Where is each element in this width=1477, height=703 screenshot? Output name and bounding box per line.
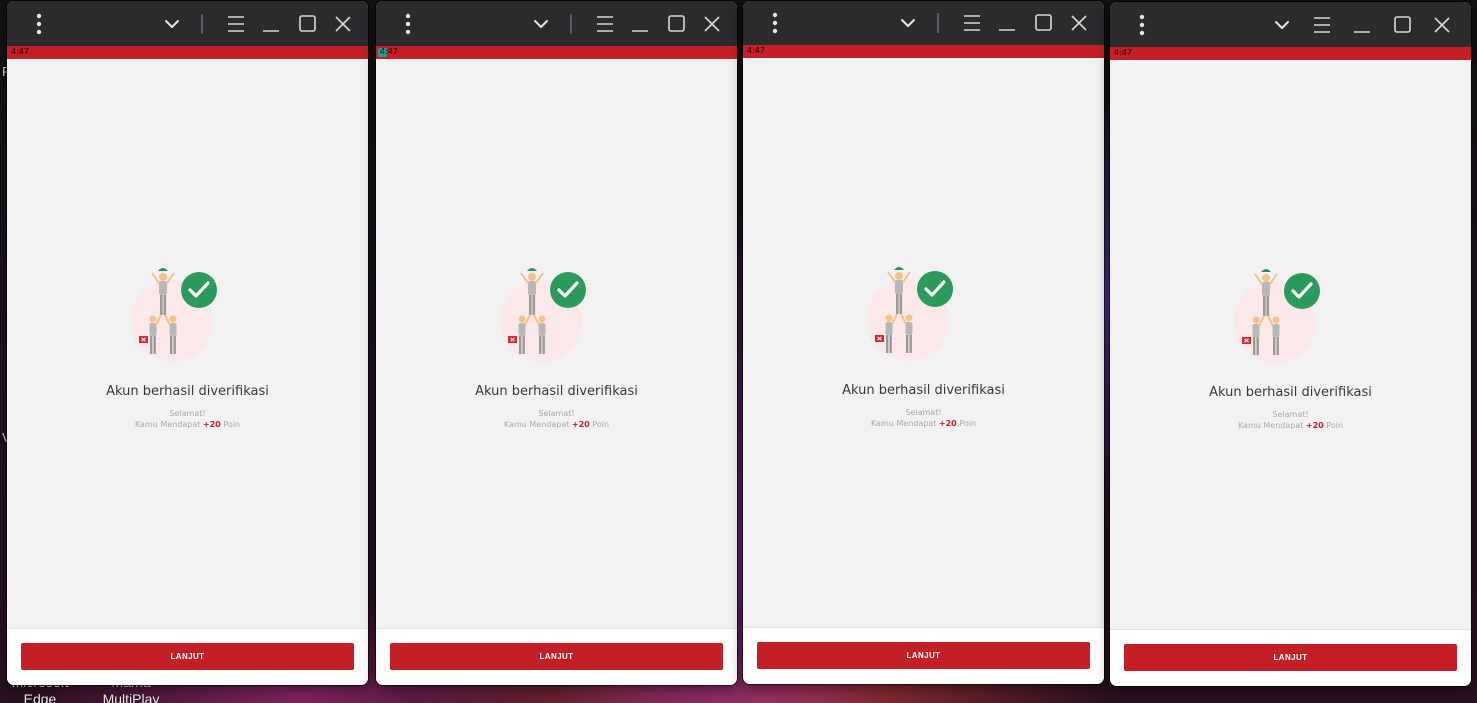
maximize-icon[interactable] (292, 9, 322, 39)
chevron-down-icon[interactable] (526, 9, 556, 39)
congrats-text: Selamat! (905, 408, 942, 417)
points-prefix: Kamu Mendapat (503, 420, 570, 429)
title-bar[interactable] (376, 1, 737, 46)
status-time: 4:47 (380, 47, 398, 56)
points-value: +20 (571, 420, 590, 429)
close-icon[interactable] (328, 9, 358, 39)
points-suffix: Poin (1326, 421, 1344, 430)
page-title: Akun berhasil diverifikasi (842, 383, 1005, 398)
footer: LANJUT (7, 628, 368, 685)
continue-button[interactable]: LANJUT (757, 642, 1090, 669)
chevron-down-icon[interactable] (893, 8, 923, 38)
points-suffix: Poin (592, 420, 610, 429)
points-value: +20 (1305, 421, 1324, 430)
title-bar[interactable] (1110, 2, 1471, 47)
chevron-down-icon[interactable] (1267, 10, 1297, 40)
app-window-3: 4:47 Akun berhasil diverifikasi Selamat!… (743, 1, 1104, 684)
menu-icon[interactable] (590, 9, 620, 39)
status-bar: 4:47 (376, 46, 737, 59)
footer: LANJUT (743, 627, 1104, 684)
page-title: Akun berhasil diverifikasi (106, 384, 269, 399)
maximize-icon[interactable] (1387, 10, 1417, 40)
points-value: +20 (938, 419, 957, 428)
congrats-text: Selamat! (1272, 410, 1309, 419)
desktop-icon-label: MultiPlay (102, 691, 160, 703)
title-bar[interactable] (743, 1, 1104, 45)
minimize-icon[interactable] (625, 9, 655, 39)
verification-content: Akun berhasil diverifikasi Selamat! Kamu… (1110, 60, 1471, 629)
points-value: +20 (202, 420, 221, 429)
footer: LANJUT (1110, 629, 1471, 686)
points-text: Kamu Mendapat +20 Poin (743, 419, 1104, 428)
divider (570, 14, 572, 34)
maximize-icon[interactable] (661, 9, 691, 39)
continue-button[interactable]: LANJUT (1124, 644, 1457, 671)
more-options-icon[interactable] (1127, 10, 1157, 40)
status-time: 4:47 (1114, 48, 1132, 57)
close-icon[interactable] (697, 9, 727, 39)
verified-illustration-icon (499, 263, 599, 363)
close-icon[interactable] (1427, 10, 1457, 40)
status-time: 4:47 (747, 46, 765, 55)
page-title: Akun berhasil diverifikasi (1209, 385, 1372, 400)
minimize-icon[interactable] (992, 8, 1022, 38)
points-prefix: Kamu Mendapat (1237, 421, 1304, 430)
divider (937, 13, 939, 33)
status-bar: 4:47 (743, 45, 1104, 58)
app-window-4: 4:47 Akun berhasil diverifikasi Selamat!… (1110, 2, 1471, 686)
chevron-down-icon[interactable] (157, 9, 187, 39)
verified-illustration-icon (866, 262, 966, 362)
menu-icon[interactable] (1307, 10, 1337, 40)
maximize-icon[interactable] (1028, 8, 1058, 38)
points-text: Kamu Mendapat +20 Poin (7, 420, 368, 429)
congrats-text: Selamat! (169, 409, 206, 418)
continue-button[interactable]: LANJUT (390, 643, 723, 670)
page-title: Akun berhasil diverifikasi (475, 384, 638, 399)
status-bar: 4:47 (1110, 47, 1471, 60)
close-icon[interactable] (1064, 8, 1094, 38)
points-prefix: Kamu Mendapat (870, 419, 937, 428)
title-bar[interactable] (7, 1, 368, 46)
status-bar: 4:47 (7, 46, 368, 59)
status-time: 4:47 (11, 47, 29, 56)
points-prefix: Kamu Mendapat (134, 420, 201, 429)
desktop-icon-label: Edge (23, 691, 57, 703)
menu-icon[interactable] (221, 9, 251, 39)
more-options-icon[interactable] (24, 9, 54, 39)
verified-illustration-icon (130, 263, 230, 363)
more-options-icon[interactable] (393, 9, 423, 39)
points-text: Kamu Mendapat +20 Poin (1110, 421, 1471, 430)
more-options-icon[interactable] (760, 8, 790, 38)
footer: LANJUT (376, 628, 737, 685)
congrats-text: Selamat! (538, 409, 575, 418)
points-text: Kamu Mendapat +20 Poin (376, 420, 737, 429)
verification-content: Akun berhasil diverifikasi Selamat! Kamu… (7, 59, 368, 628)
minimize-icon[interactable] (1347, 10, 1377, 40)
verification-content: Akun berhasil diverifikasi Selamat! Kamu… (743, 58, 1104, 627)
app-window-2: 4:47 Akun berhasil diverifikasi Selamat!… (376, 1, 737, 685)
continue-button[interactable]: LANJUT (21, 643, 354, 670)
menu-icon[interactable] (957, 8, 987, 38)
points-suffix: Poin (223, 420, 241, 429)
points-suffix: Poin (959, 419, 977, 428)
divider (201, 14, 203, 34)
verified-illustration-icon (1233, 264, 1333, 364)
verification-content: Akun berhasil diverifikasi Selamat! Kamu… (376, 59, 737, 628)
app-window-1: 4:47 Akun berhasil diverifikasi Selamat!… (7, 1, 368, 685)
minimize-icon[interactable] (256, 9, 286, 39)
